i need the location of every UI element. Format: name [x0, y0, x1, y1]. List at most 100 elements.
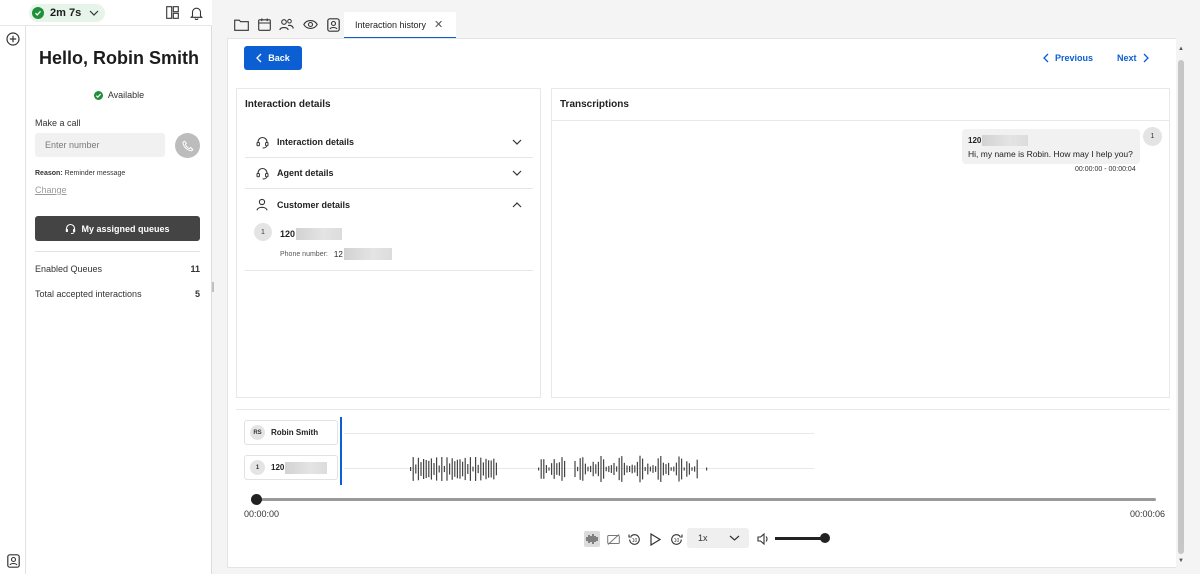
progress-knob[interactable]: [251, 494, 262, 505]
back-button[interactable]: Back: [244, 46, 302, 70]
waveform-bar: [605, 466, 607, 472]
volume-icon[interactable]: [755, 531, 771, 547]
my-assigned-queues-button[interactable]: My assigned queues: [35, 216, 200, 241]
person-icon: [255, 198, 269, 212]
layout-icon[interactable]: [166, 6, 180, 20]
scroll-down-icon[interactable]: ▼: [1178, 558, 1184, 564]
waveform-bar: [696, 459, 698, 479]
panel-resize-handle[interactable]: [212, 282, 214, 292]
availability-status[interactable]: Available: [26, 90, 212, 100]
message-time-range: 00:00:00 - 00:00:04: [1075, 166, 1136, 173]
waveform-bar: [688, 463, 690, 475]
accordion-customer-details[interactable]: Customer details: [245, 189, 533, 220]
waveform-bar: [634, 465, 636, 473]
session-timer[interactable]: 2m 7s: [29, 4, 106, 22]
interaction-details-card: Interaction details Interaction details …: [236, 88, 541, 398]
check-icon: [32, 7, 44, 19]
waveform-bar: [430, 458, 432, 480]
change-reason-link[interactable]: Change: [35, 185, 67, 195]
caption-off-icon[interactable]: [605, 531, 621, 547]
waveform-bar: [592, 461, 594, 477]
waveform-bar: [561, 457, 563, 481]
waveform-bar: [454, 461, 456, 477]
scrollbar-thumb[interactable]: [1178, 60, 1184, 554]
waveform-bar: [438, 465, 440, 473]
waveform-bar: [412, 457, 414, 481]
play-icon[interactable]: [647, 531, 663, 547]
agent-panel: Hello, Robin Smith Available Make a call…: [26, 26, 212, 574]
waveform-bar: [600, 455, 602, 483]
interaction-history-view: Back Previous Next Interaction details I…: [227, 38, 1177, 568]
waveform-bar: [665, 464, 667, 474]
playhead-cursor[interactable]: [340, 417, 342, 485]
waveform-bar: [480, 457, 482, 481]
waveform-bar: [608, 465, 610, 473]
bell-icon[interactable]: [190, 6, 204, 21]
waveform-bar: [548, 467, 550, 471]
contact-card-icon[interactable]: [326, 17, 341, 32]
waveform-bar: [417, 457, 419, 481]
headset-icon: [66, 223, 76, 234]
card-title: Transcriptions: [560, 99, 629, 110]
volume-slider-knob[interactable]: [820, 533, 830, 543]
waveform-bar: [482, 462, 484, 476]
track-customer[interactable]: 1 120: [244, 455, 338, 480]
waveform-bar: [603, 459, 605, 479]
playback-speed-select[interactable]: 1x: [687, 528, 749, 548]
close-icon[interactable]: ✕: [434, 18, 443, 31]
waveform-bar: [488, 460, 490, 478]
chevron-right-icon: [1143, 53, 1149, 63]
waveform-bar: [629, 465, 631, 473]
stat-enabled-queues: Enabled Queues 11: [35, 264, 200, 274]
waveform-bar: [678, 456, 680, 482]
forward-10-icon[interactable]: 10: [668, 531, 684, 547]
progress-track[interactable]: [256, 498, 1156, 501]
waveform-bar: [597, 461, 599, 477]
scroll-up-icon[interactable]: ▲: [1178, 46, 1184, 52]
waveform-bar: [691, 467, 693, 471]
customer-phone: Phone number: 12: [280, 248, 392, 260]
waveform-bar: [675, 462, 677, 476]
waveform-bar: [673, 466, 675, 472]
contact-card-icon[interactable]: [5, 553, 21, 569]
folder-icon[interactable]: [234, 17, 249, 32]
waveform-bar: [579, 458, 581, 480]
waveform[interactable]: [398, 449, 718, 489]
phone-number-input[interactable]: [35, 133, 165, 157]
waveform-bar: [587, 466, 589, 472]
track-agent[interactable]: RS Robin Smith: [244, 420, 338, 445]
waveform-bar: [495, 462, 497, 476]
divider: [552, 120, 1169, 121]
accordion-agent-details[interactable]: Agent details: [245, 158, 533, 189]
accordion-interaction-details[interactable]: Interaction details: [245, 127, 533, 158]
waveform-bar: [469, 457, 471, 481]
waveform-bar: [428, 460, 430, 478]
tab-interaction-history[interactable]: Interaction history ✕: [344, 12, 456, 39]
eye-icon[interactable]: [303, 17, 318, 32]
waveform-bar: [616, 466, 618, 472]
calendar-icon[interactable]: [257, 17, 272, 32]
waveform-bar: [462, 461, 464, 477]
waveform-bar: [642, 458, 644, 480]
app-root: 2m 7s Hello, Robin Smith Available Make …: [0, 0, 1200, 574]
waveform-toggle-icon[interactable]: [584, 531, 600, 547]
waveform-bar: [543, 459, 545, 479]
call-button[interactable]: [175, 133, 200, 158]
waveform-bar: [467, 464, 469, 474]
waveform-bar: [686, 461, 688, 477]
waveform-bar: [668, 462, 670, 476]
chevron-down-icon: [511, 167, 523, 179]
waveform-bar: [436, 457, 438, 481]
waveform-bar: [649, 466, 651, 472]
rewind-10-icon[interactable]: 10: [626, 531, 642, 547]
add-circle-icon[interactable]: [5, 31, 21, 47]
waveform-bar: [477, 464, 479, 474]
next-button[interactable]: Next: [1117, 53, 1149, 63]
waveform-bar: [415, 464, 417, 474]
waveform-bar: [475, 457, 477, 481]
waveform-bar: [636, 461, 638, 477]
team-icon[interactable]: [279, 17, 294, 32]
volume-slider-track[interactable]: [775, 537, 825, 540]
previous-button[interactable]: Previous: [1043, 53, 1093, 63]
customer-avatar: 1: [254, 223, 272, 241]
